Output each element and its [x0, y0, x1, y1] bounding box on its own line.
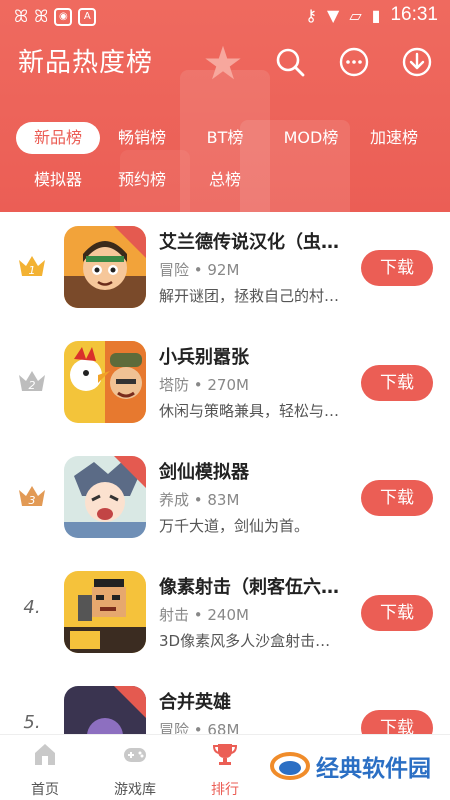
app-name[interactable]: 像素射击（刺客伍六… [159, 573, 347, 599]
tab-overall[interactable]: 总榜 [192, 164, 258, 196]
app-icon[interactable] [64, 686, 146, 734]
status-bar: ꕤ ꕤ ◉ A ⚷ ▼ ▱ ▮ 16:31 [0, 0, 450, 34]
rank-number: 5. [23, 712, 41, 733]
nav-ranking[interactable]: 排行 [185, 741, 265, 799]
watermark: 经典软件园 [262, 744, 439, 788]
list-item[interactable]: 4. 像素射击（刺客伍六… 射击 • 240M 3D像素风多人沙盒射击… 下载 [0, 557, 450, 672]
app-name[interactable]: 小兵别嚣张 [159, 343, 347, 369]
no-sim-icon: ▱ [349, 5, 362, 25]
svg-text:2: 2 [29, 379, 36, 392]
download-icon [402, 47, 432, 77]
download-button[interactable]: 下载 [361, 710, 433, 734]
silver-crown-icon: 2 [16, 367, 48, 395]
bug-icon: ꕤ [14, 7, 29, 27]
search-icon [276, 48, 305, 77]
svg-text:3: 3 [29, 494, 36, 507]
rank-number: 4. [23, 597, 41, 618]
app-name[interactable]: 艾兰德传说汉化（虫… [159, 228, 347, 254]
wifi-icon: ▼ [327, 5, 340, 25]
search-button[interactable] [274, 46, 306, 78]
app-meta: 塔防 • 270M [159, 376, 249, 394]
svg-text:1: 1 [29, 264, 36, 277]
app-description: 万千大道，剑仙为首。 [159, 517, 310, 535]
bronze-crown-icon: 3 [16, 482, 48, 510]
list-item[interactable]: 2 小兵别嚣张 塔防 • 270M 休闲与策略兼具，轻松与… 下载 [0, 327, 450, 442]
tab-new[interactable]: 新品榜 [16, 122, 100, 154]
tab-reservation[interactable]: 预约榜 [106, 164, 178, 196]
trophy-icon [212, 744, 238, 765]
download-button[interactable]: 下载 [361, 595, 433, 631]
app-description: 解开谜团，拯救自己的村… [159, 287, 340, 305]
nav-label: 首页 [31, 782, 59, 798]
tab-emulator[interactable]: 模拟器 [22, 164, 94, 196]
header: ★ ꕤ ꕤ ◉ A ⚷ ▼ ▱ ▮ 16:31 新品热度榜 新品榜 畅销榜 BT… [0, 0, 450, 212]
list-item[interactable]: 3 剑仙模拟器 养成 • 83M 万千大道，剑仙为首。 下载 [0, 442, 450, 557]
app-name[interactable]: 合并英雄 [159, 688, 347, 714]
gamepad-icon [124, 748, 146, 762]
home-icon [35, 744, 55, 765]
watermark-text: 经典软件园 [316, 756, 431, 782]
download-button[interactable]: 下载 [361, 480, 433, 516]
list-item[interactable]: 5. 合并英雄 冒险 • 68M 下载 [0, 672, 450, 734]
app-name[interactable]: 剑仙模拟器 [159, 458, 347, 484]
app-meta: 冒险 • 92M [159, 261, 240, 279]
clock-time: 16:31 [390, 4, 438, 25]
nav-home[interactable]: 首页 [5, 741, 85, 799]
app-meta: 养成 • 83M [159, 491, 240, 509]
nav-label: 排行 [211, 782, 239, 798]
list-item[interactable]: 1 艾兰德传说汉化（虫… 冒险 • 92M 解开谜团，拯救自己的村… 下载 [0, 212, 450, 327]
ranking-list: 1 艾兰德传说汉化（虫… 冒险 • 92M 解开谜团，拯救自己的村… 下载 2 [0, 212, 450, 734]
download-button[interactable]: 下载 [361, 365, 433, 401]
app-icon[interactable] [64, 226, 146, 308]
gold-crown-icon: 1 [16, 252, 48, 280]
app-icon[interactable] [64, 456, 146, 538]
app-description: 3D像素风多人沙盒射击… [159, 632, 331, 650]
key-icon: ⚷ [305, 5, 318, 25]
download-button[interactable]: 下载 [361, 250, 433, 286]
nav-game-library[interactable]: 游戏库 [95, 741, 175, 799]
shield-icon: ◉ [54, 8, 73, 26]
app-icon[interactable] [64, 341, 146, 423]
tab-mod[interactable]: MOD榜 [270, 122, 352, 154]
tab-bestseller[interactable]: 畅销榜 [106, 122, 178, 154]
battery-charging-icon: ▮ [371, 5, 381, 25]
app-meta: 冒险 • 68M [159, 721, 240, 734]
tab-bt[interactable]: BT榜 [192, 122, 258, 154]
a-icon: A [78, 8, 97, 26]
nav-label: 游戏库 [114, 782, 156, 798]
star-decor-icon: ★ [202, 36, 244, 90]
tab-accelerator[interactable]: 加速榜 [358, 122, 430, 154]
app-icon[interactable] [64, 571, 146, 653]
message-button[interactable] [338, 46, 370, 78]
chat-icon [339, 47, 369, 77]
bug-icon: ꕤ [34, 7, 49, 27]
page-title: 新品热度榜 [18, 48, 154, 78]
app-meta: 射击 • 240M [159, 606, 249, 624]
download-manager-button[interactable] [401, 46, 433, 78]
watermark-logo-icon [270, 752, 310, 780]
app-description: 休闲与策略兼具，轻松与… [159, 402, 340, 420]
